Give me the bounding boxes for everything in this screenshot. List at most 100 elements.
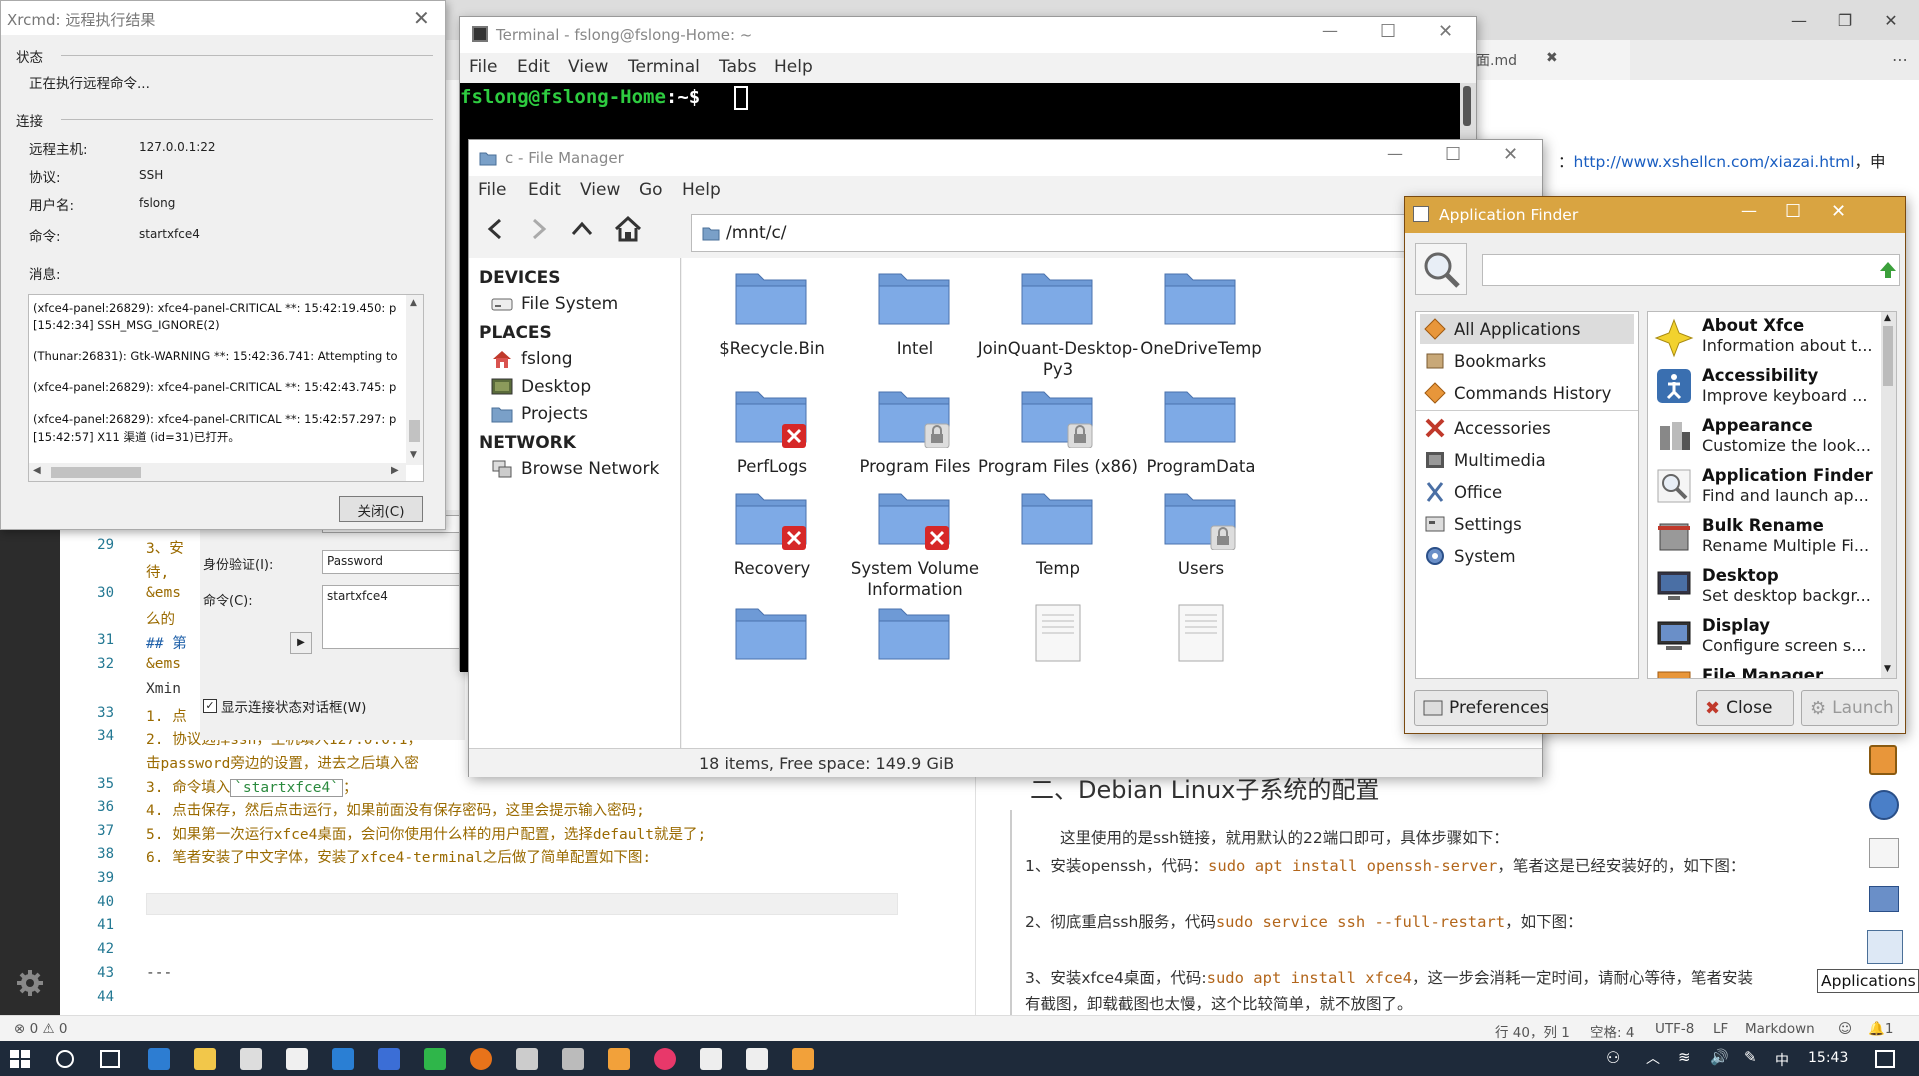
app-item-desktop[interactable]: Desktop Set desktop backgr... (1652, 564, 1882, 614)
gear-icon[interactable] (15, 968, 45, 998)
close-icon[interactable]: ✕ (1503, 144, 1518, 165)
minimize-icon[interactable]: — (1776, 0, 1822, 40)
maximize-icon[interactable]: ☐ (1785, 201, 1801, 222)
minimize-icon[interactable]: — (1741, 201, 1757, 220)
input-language[interactable]: 中 (1775, 1050, 1789, 1070)
file-item[interactable]: OneDriveTemp (1116, 268, 1286, 359)
preview-link[interactable]: http://www.xshellcn.com/xiazai.html (1574, 153, 1855, 171)
maximize-icon[interactable]: ☐ (1380, 21, 1396, 42)
chevron-up-icon[interactable]: ︿ (1646, 1048, 1660, 1068)
expand-arrow-icon[interactable]: ▶ (290, 632, 312, 654)
preferences-button[interactable]: Preferences (1414, 690, 1549, 726)
app-item-accessibility[interactable]: Accessibility Improve keyboard ... (1652, 364, 1882, 414)
close-icon[interactable]: ✕ (413, 6, 430, 30)
wechat-icon[interactable] (424, 1048, 446, 1070)
scroll-thumb[interactable] (1463, 86, 1471, 126)
menu-view[interactable]: View (568, 57, 608, 77)
folder-icon[interactable] (1869, 886, 1899, 912)
vertical-scrollbar[interactable]: ▲ ▼ (406, 295, 423, 465)
back-icon[interactable] (483, 216, 509, 242)
menu-file[interactable]: File (469, 57, 497, 77)
xming-icon[interactable] (792, 1048, 814, 1070)
xming-icon[interactable] (608, 1048, 630, 1070)
sidebar-item-desktop[interactable]: Desktop (491, 377, 591, 397)
message-log[interactable]: (xfce4-panel:26829): xfce4-panel-CRITICA… (28, 294, 424, 482)
language-mode[interactable]: Markdown (1745, 1021, 1815, 1037)
app-item-appearance[interactable]: Appearance Customize the look... (1652, 414, 1882, 464)
menu-terminal[interactable]: Terminal (628, 57, 700, 77)
file-item[interactable]: ProgramData (1116, 386, 1286, 477)
notifications[interactable]: 🔔1 (1868, 1021, 1893, 1037)
indentation[interactable]: 空格: 4 (1590, 1021, 1634, 1041)
scroll-up-icon[interactable]: ▲ (410, 298, 417, 308)
wifi-icon[interactable]: ≋ (1678, 1048, 1691, 1066)
app-item-application-finder[interactable]: Application Finder Find and launch ap... (1652, 464, 1882, 514)
maximize-icon[interactable]: ☐ (1445, 144, 1461, 165)
search-icon[interactable] (56, 1050, 74, 1068)
scroll-down-icon[interactable]: ▼ (1884, 664, 1891, 674)
scroll-thumb[interactable] (51, 467, 141, 478)
app-list-scrollbar[interactable]: ▲ ▼ (1881, 312, 1896, 678)
app-item-display[interactable]: Display Configure screen s... (1652, 614, 1882, 664)
scroll-right-icon[interactable]: ▶ (391, 465, 399, 476)
close-icon[interactable]: ✕ (1868, 0, 1914, 40)
encoding[interactable]: UTF-8 (1655, 1021, 1694, 1037)
scroll-left-icon[interactable]: ◀ (33, 465, 41, 476)
category-accessories[interactable]: Accessories (1420, 413, 1634, 443)
menu-tabs[interactable]: Tabs (719, 57, 757, 77)
command-textarea[interactable]: startxfce4 (322, 585, 467, 649)
pen-icon[interactable]: ✎ (1744, 1048, 1757, 1066)
feedback-icon[interactable]: ☺ (1838, 1021, 1852, 1037)
category-system[interactable]: System (1420, 541, 1634, 571)
sidebar-item-file-system[interactable]: File System (491, 294, 618, 314)
file-item[interactable]: Users (1116, 488, 1286, 579)
sidebar-item-fslong[interactable]: fslong (491, 349, 573, 369)
image-viewer-icon[interactable] (700, 1048, 722, 1070)
category-settings[interactable]: Settings (1420, 509, 1634, 539)
up-icon[interactable] (569, 216, 595, 242)
search-input[interactable] (1482, 254, 1900, 286)
mail-icon[interactable] (286, 1048, 308, 1070)
settings-icon[interactable] (516, 1048, 538, 1070)
menu-help[interactable]: Help (774, 57, 813, 77)
more-icon[interactable]: ⋯ (1892, 50, 1908, 69)
editor-tab[interactable]: 界面.md (1450, 40, 1630, 80)
app-item-about-xfce[interactable]: About Xfce Information about t... (1652, 314, 1882, 364)
show-status-checkbox[interactable]: ✓ 显示连接状态对话框(W) (203, 696, 366, 716)
menu-view[interactable]: View (580, 180, 620, 200)
sidebar-item-browse-network[interactable]: Browse Network (491, 459, 659, 479)
image-viewer-icon[interactable] (746, 1048, 768, 1070)
execute-arrow-icon[interactable] (1879, 261, 1897, 279)
menu-file[interactable]: File (478, 180, 506, 200)
menu-help[interactable]: Help (682, 180, 721, 200)
app-item-file-manager[interactable]: File Manager (1652, 664, 1882, 678)
file-item-partial[interactable] (1116, 603, 1286, 673)
scroll-down-icon[interactable]: ▼ (410, 450, 417, 460)
menu-go[interactable]: Go (639, 180, 663, 200)
vscode-icon[interactable] (332, 1048, 354, 1070)
app-icon[interactable] (654, 1048, 676, 1070)
horizontal-scrollbar[interactable]: ◀ ▶ (29, 463, 406, 481)
tab-close-icon[interactable]: ✖ (1546, 50, 1558, 66)
people-icon[interactable]: ⚇ (1606, 1048, 1620, 1067)
minimize-icon[interactable]: — (1322, 21, 1338, 40)
xshell-icon[interactable] (378, 1048, 400, 1070)
windows-start-icon[interactable] (10, 1050, 30, 1068)
edge-icon[interactable] (148, 1048, 170, 1070)
scroll-up-icon[interactable]: ▲ (1884, 313, 1891, 323)
sidebar-item-projects[interactable]: Projects (491, 404, 588, 424)
close-button[interactable]: 关闭(C) (339, 496, 423, 522)
cursor-position[interactable]: 行 40，列 1 (1495, 1021, 1570, 1041)
minimize-icon[interactable]: — (1387, 144, 1403, 163)
app-item-bulk-rename[interactable]: Bulk Rename Rename Multiple Fi... (1652, 514, 1882, 564)
task-view-icon[interactable] (100, 1050, 120, 1068)
launch-button[interactable]: ⚙ Launch (1801, 690, 1899, 726)
archive-icon[interactable] (1869, 745, 1897, 775)
category-all-applications[interactable]: All Applications (1420, 314, 1634, 344)
app-icon[interactable] (470, 1048, 492, 1070)
close-icon[interactable]: ✕ (1438, 21, 1453, 42)
store-icon[interactable] (240, 1048, 262, 1070)
menu-edit[interactable]: Edit (528, 180, 561, 200)
eol[interactable]: LF (1713, 1021, 1728, 1037)
display-icon[interactable] (562, 1048, 584, 1070)
